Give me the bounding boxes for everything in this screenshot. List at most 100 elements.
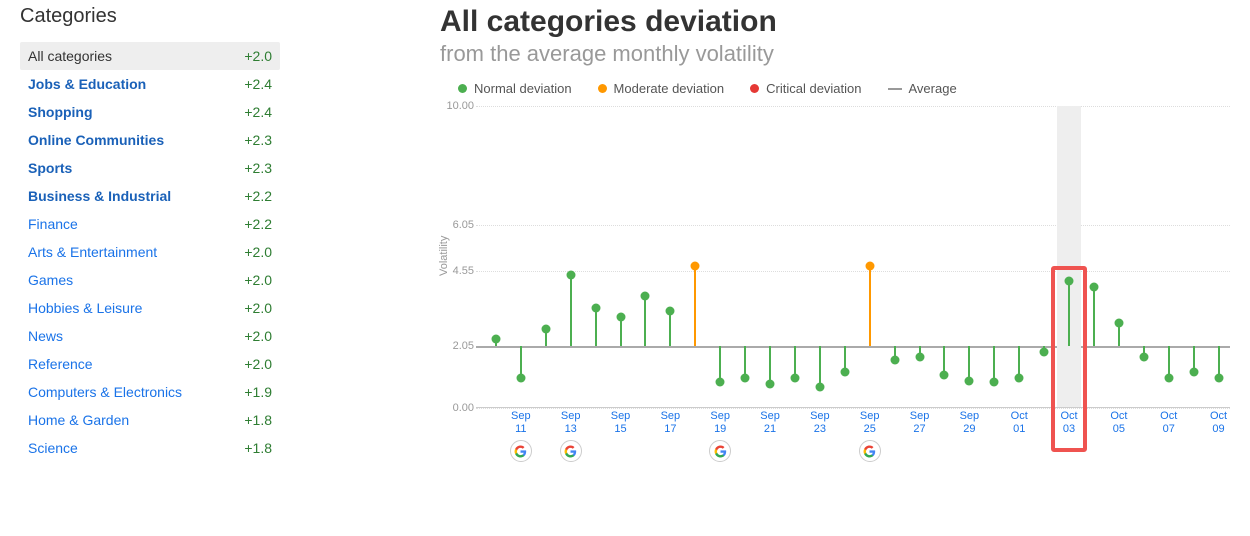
categories-sidebar: Categories All categories+2.0Jobs & Educ…	[20, 5, 300, 526]
legend-average[interactable]: Average	[888, 81, 957, 96]
x-tick[interactable]: Sep13	[560, 410, 582, 462]
data-point[interactable]	[1015, 373, 1024, 382]
data-point[interactable]	[840, 367, 849, 376]
data-point[interactable]	[666, 307, 675, 316]
data-point[interactable]	[1065, 277, 1074, 286]
category-label: Finance	[28, 216, 78, 232]
data-point[interactable]	[1114, 319, 1123, 328]
data-point[interactable]	[890, 355, 899, 364]
chart-subtitle: from the average monthly volatility	[440, 41, 1230, 67]
google-update-icon[interactable]	[510, 440, 532, 462]
category-item[interactable]: Arts & Entertainment+2.0	[20, 238, 280, 266]
data-point[interactable]	[940, 370, 949, 379]
category-label: Shopping	[28, 104, 93, 120]
data-point[interactable]	[491, 334, 500, 343]
category-value: +1.8	[244, 412, 272, 428]
legend-critical-label: Critical deviation	[766, 81, 861, 96]
data-point[interactable]	[1139, 352, 1148, 361]
data-point[interactable]	[516, 373, 525, 382]
data-point[interactable]	[766, 379, 775, 388]
x-tick[interactable]: Sep27	[910, 410, 930, 436]
category-value: +1.9	[244, 384, 272, 400]
x-tick[interactable]: Sep11	[510, 410, 532, 462]
data-point[interactable]	[1089, 283, 1098, 292]
y-tick-label: 2.05	[453, 340, 474, 352]
categories-title: Categories	[20, 5, 280, 28]
x-tick[interactable]: Oct01	[1011, 410, 1028, 436]
category-label: Reference	[28, 356, 93, 372]
data-point[interactable]	[741, 373, 750, 382]
data-point[interactable]	[790, 373, 799, 382]
data-point[interactable]	[1164, 373, 1173, 382]
category-item[interactable]: All categories+2.0	[20, 42, 280, 70]
category-value: +2.2	[244, 216, 272, 232]
google-update-icon[interactable]	[859, 440, 881, 462]
legend-moderate-label: Moderate deviation	[614, 81, 725, 96]
legend-normal[interactable]: Normal deviation	[458, 81, 572, 96]
x-tick[interactable]: Oct09	[1210, 410, 1227, 436]
data-stem	[644, 296, 646, 346]
category-item[interactable]: Jobs & Education +2.4	[20, 70, 280, 98]
chart-area[interactable]: Volatility 0.002.054.556.0510.00 Sep11Se…	[450, 106, 1230, 456]
category-value: +2.4	[244, 104, 272, 120]
data-point[interactable]	[566, 271, 575, 280]
category-item[interactable]: Home & Garden+1.8	[20, 406, 280, 434]
category-item[interactable]: Games+2.0	[20, 266, 280, 294]
data-stem	[1068, 281, 1070, 346]
data-point[interactable]	[815, 382, 824, 391]
data-point[interactable]	[691, 262, 700, 271]
category-item[interactable]: Science+1.8	[20, 434, 280, 462]
category-item[interactable]: Reference +2.0	[20, 350, 280, 378]
x-tick[interactable]: Oct05	[1110, 410, 1127, 436]
x-tick[interactable]: Oct07	[1160, 410, 1177, 436]
x-tick[interactable]: Sep17	[661, 410, 681, 436]
category-label: Games	[28, 272, 73, 288]
category-item[interactable]: Hobbies & Leisure+2.0	[20, 294, 280, 322]
data-point[interactable]	[990, 378, 999, 387]
category-label: Arts & Entertainment	[28, 244, 157, 260]
google-update-icon[interactable]	[560, 440, 582, 462]
category-item[interactable]: Shopping +2.4	[20, 98, 280, 126]
category-value: +2.4	[244, 76, 272, 92]
data-point[interactable]	[915, 352, 924, 361]
x-tick[interactable]: Sep23	[810, 410, 830, 436]
google-update-icon[interactable]	[709, 440, 731, 462]
data-point[interactable]	[1189, 367, 1198, 376]
category-label: News	[28, 328, 63, 344]
legend-moderate-dot-icon	[598, 84, 607, 93]
x-tick[interactable]: Sep25	[859, 410, 881, 462]
data-point[interactable]	[965, 376, 974, 385]
data-point[interactable]	[541, 325, 550, 334]
y-tick-label: 6.05	[453, 219, 474, 231]
data-stem	[570, 275, 572, 346]
data-point[interactable]	[616, 313, 625, 322]
x-tick[interactable]: Sep29	[960, 410, 980, 436]
category-label: Online Communities	[28, 132, 164, 148]
data-point[interactable]	[865, 262, 874, 271]
category-label: Jobs & Education	[28, 76, 146, 92]
legend-moderate[interactable]: Moderate deviation	[598, 81, 725, 96]
category-item[interactable]: News+2.0	[20, 322, 280, 350]
data-point[interactable]	[641, 292, 650, 301]
data-point[interactable]	[1040, 348, 1049, 357]
legend-critical-dot-icon	[750, 84, 759, 93]
x-tick[interactable]: Sep21	[760, 410, 780, 436]
category-label: Computers & Electronics	[28, 384, 182, 400]
data-point[interactable]	[716, 378, 725, 387]
data-point[interactable]	[1214, 373, 1223, 382]
data-point[interactable]	[591, 304, 600, 313]
category-item[interactable]: Sports+2.3	[20, 154, 280, 182]
category-item[interactable]: Computers & Electronics +1.9	[20, 378, 280, 406]
category-value: +2.0	[244, 356, 272, 372]
chart-title: All categories deviation	[440, 5, 1230, 39]
category-item[interactable]: Online Communities +2.3	[20, 126, 280, 154]
category-item[interactable]: Finance +2.2	[20, 210, 280, 238]
legend-critical[interactable]: Critical deviation	[750, 81, 861, 96]
category-label: Business & Industrial	[28, 188, 171, 204]
x-tick[interactable]: Oct03	[1060, 410, 1077, 436]
plot-area[interactable]	[476, 106, 1230, 408]
x-tick[interactable]: Sep19	[709, 410, 731, 462]
category-item[interactable]: Business & Industrial+2.2	[20, 182, 280, 210]
category-value: +2.3	[244, 132, 272, 148]
x-tick[interactable]: Sep15	[611, 410, 631, 436]
